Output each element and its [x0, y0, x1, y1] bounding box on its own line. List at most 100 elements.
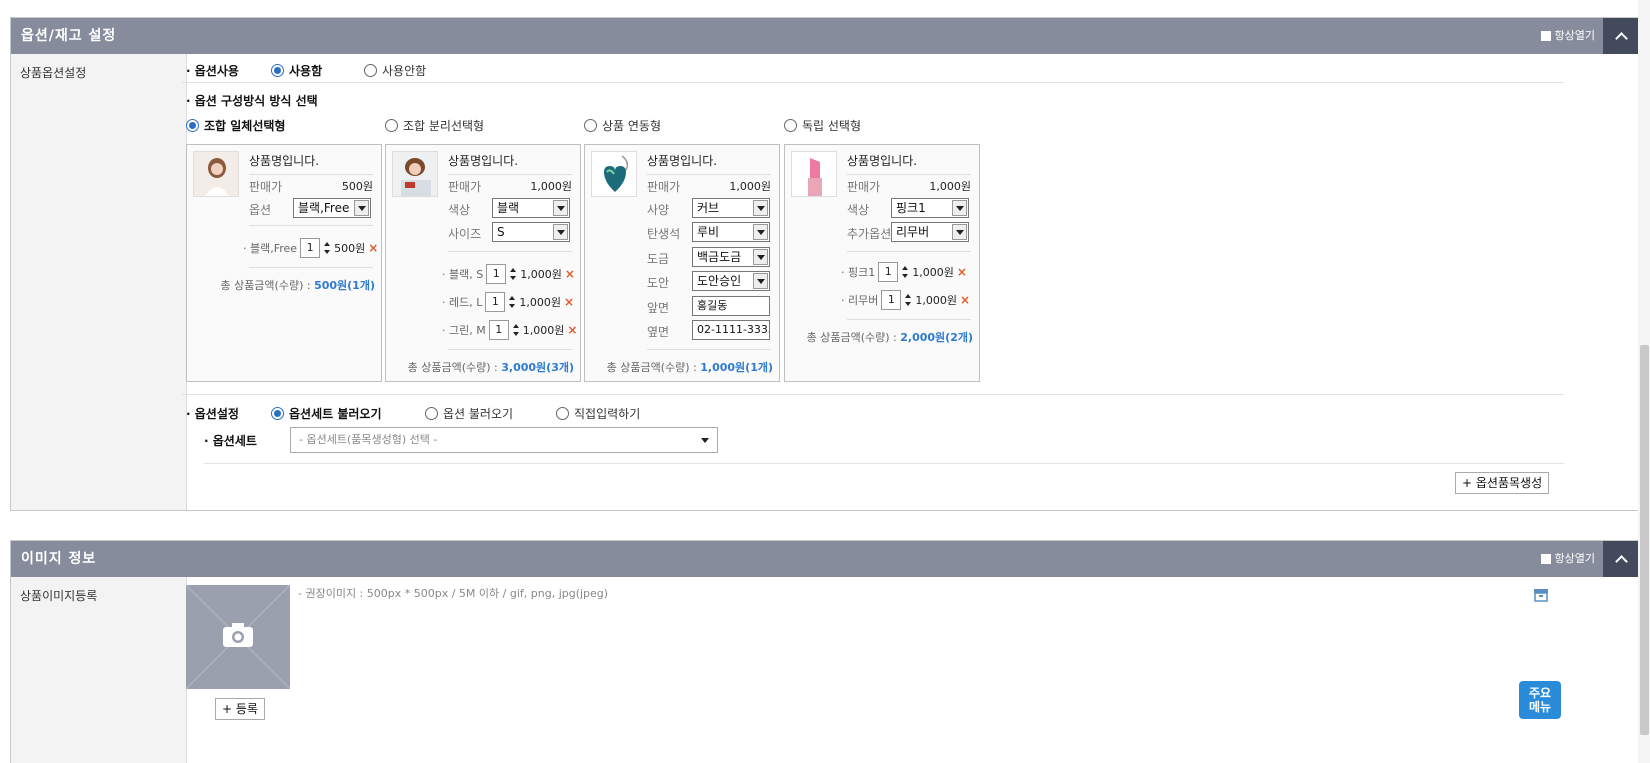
dropdown-arrow-icon [553, 200, 568, 216]
quantity-stepper[interactable] [509, 266, 517, 282]
remove-icon[interactable]: × [567, 323, 577, 337]
always-open-checkbox[interactable] [1540, 554, 1551, 564]
composition-type-label: 독립 선택형 [802, 119, 862, 133]
composition-type-3[interactable]: 상품 연동형 [584, 117, 661, 134]
total-amount: 총 상품금액(수량) : 2,000원(2개) [806, 331, 973, 344]
scrollbar[interactable] [1638, 0, 1650, 763]
preview-card-linked: 상품명입니다. 판매가 1,000원 사양 커브 탄생석 루비 도금 백금도금 … [584, 144, 780, 382]
product-thumbnail [392, 151, 438, 197]
product-name: 상품명입니다. [249, 154, 320, 168]
option-panel-header: 옵션/재고 설정 항상열기 [11, 18, 1639, 54]
side-text-input[interactable]: 02-1111-3333 [692, 320, 770, 340]
main-menu-button[interactable]: 주요 메뉴 [1519, 681, 1561, 719]
price-label: 판매가 [647, 180, 681, 194]
always-open-toggle[interactable]: 항상열기 [1540, 18, 1595, 54]
field-label: 앞면 [647, 301, 670, 315]
radio-selected-icon[interactable] [186, 119, 199, 132]
extra-option-select[interactable]: 리무버 [891, 222, 969, 242]
quantity-input[interactable]: 1 [878, 262, 899, 282]
radio-icon[interactable] [425, 407, 438, 420]
dropdown-arrow-icon [553, 224, 568, 240]
option-setting-load-set[interactable]: 옵션세트 불러오기 [271, 405, 382, 422]
preview-card-separate: 상품명입니다. 판매가 1,000원 색상 블랙 사이즈 S · 블랙, S 1… [385, 144, 581, 382]
field-label: 도안 [647, 276, 670, 290]
quantity-input[interactable]: 1 [486, 264, 507, 284]
composition-type-4[interactable]: 독립 선택형 [784, 117, 861, 134]
item-price: 1,000원 [915, 294, 957, 307]
remove-icon[interactable]: × [564, 295, 574, 309]
plating-select[interactable]: 백금도금 [692, 247, 770, 267]
field-label: 탄생석 [647, 227, 681, 241]
birthstone-select[interactable]: 루비 [692, 222, 770, 242]
remove-icon[interactable]: × [960, 293, 970, 307]
always-open-toggle[interactable]: 항상열기 [1540, 541, 1595, 577]
color-select[interactable]: 블랙 [492, 198, 570, 218]
product-thumbnail [193, 151, 239, 197]
total-amount: 총 상품금액(수량) : 500원(1개) [220, 279, 375, 292]
option-set-select[interactable]: - 옵션세트(품목생성형) 선택 - [290, 427, 718, 453]
field-label: 옵션 [249, 203, 272, 217]
collapse-button[interactable] [1603, 541, 1639, 577]
option-use-yes-label: 사용함 [289, 64, 323, 78]
dropdown-arrow-icon [753, 224, 768, 240]
radio-selected-icon[interactable] [271, 64, 284, 77]
composition-type-1[interactable]: 조합 일체선택형 [186, 117, 285, 134]
product-name: 상품명입니다. [647, 154, 718, 168]
register-image-button[interactable]: + 등록 [215, 698, 265, 720]
remove-icon[interactable]: × [368, 241, 378, 255]
scrollbar-thumb[interactable] [1640, 345, 1649, 735]
image-panel-header: 이미지 정보 항상열기 [11, 541, 1639, 577]
composition-type-2[interactable]: 조합 분리선택형 [385, 117, 484, 134]
front-text-input[interactable]: 홍길동 [692, 296, 770, 316]
quantity-stepper[interactable] [901, 264, 909, 280]
option-select[interactable]: 블랙,Free [293, 198, 371, 218]
option-setting-direct-input[interactable]: 직접입력하기 [556, 405, 640, 422]
quantity-stepper[interactable] [512, 322, 520, 338]
dropdown-arrow-icon [753, 200, 768, 216]
quantity-stepper[interactable] [508, 294, 516, 310]
design-select[interactable]: 도안승인 [692, 271, 770, 291]
radio-icon[interactable] [364, 64, 377, 77]
divider [448, 251, 572, 252]
spec-select[interactable]: 커브 [692, 198, 770, 218]
field-label: 옆면 [647, 325, 670, 339]
quantity-stepper[interactable] [323, 240, 331, 256]
option-use-no[interactable]: 사용안함 [364, 62, 426, 79]
price-value: 1,000원 [729, 180, 771, 193]
divider [249, 267, 373, 268]
radio-icon[interactable] [556, 407, 569, 420]
radio-icon[interactable] [584, 119, 597, 132]
row-label: 상품이미지등록 [20, 589, 98, 603]
quantity-input[interactable]: 1 [881, 290, 902, 310]
radio-icon[interactable] [784, 119, 797, 132]
storage-icon[interactable] [1533, 588, 1549, 602]
color-select[interactable]: 핑크1 [891, 198, 969, 218]
always-open-checkbox[interactable] [1540, 31, 1551, 41]
option-setting-load-option[interactable]: 옵션 불러오기 [425, 405, 513, 422]
quantity-input[interactable]: 1 [488, 320, 509, 340]
size-select[interactable]: S [492, 222, 570, 242]
create-option-items-button[interactable]: + 옵션품목생성 [1455, 472, 1550, 494]
option-use-yes[interactable]: 사용함 [271, 62, 322, 79]
field-label: 추가옵션 [847, 227, 892, 241]
collapse-button[interactable] [1603, 18, 1639, 54]
radio-icon[interactable] [385, 119, 398, 132]
quantity-stepper[interactable] [904, 292, 912, 308]
price-value: 1,000원 [929, 180, 971, 193]
radio-selected-icon[interactable] [271, 407, 284, 420]
item-price: 1,000원 [519, 296, 561, 309]
field-label: 색상 [847, 203, 870, 217]
divider [647, 174, 771, 175]
divider [847, 251, 971, 252]
image-placeholder[interactable] [186, 585, 290, 689]
product-name: 상품명입니다. [847, 154, 918, 168]
option-use-row: · 옵션사용 [186, 62, 239, 79]
remove-icon[interactable]: × [565, 267, 575, 281]
quantity-input[interactable]: 1 [485, 292, 506, 312]
option-setting-choice-label: 직접입력하기 [574, 407, 641, 421]
image-hint: - 권장이미지 : 500px * 500px / 5M 이하 / gif, p… [298, 587, 609, 600]
remove-icon[interactable]: × [957, 265, 967, 279]
always-open-label: 항상열기 [1554, 552, 1595, 565]
preview-card-combined: 상품명입니다. 판매가 500원 옵션 블랙,Free · 블랙,Free 1 … [186, 144, 382, 382]
quantity-input[interactable]: 1 [300, 238, 321, 258]
